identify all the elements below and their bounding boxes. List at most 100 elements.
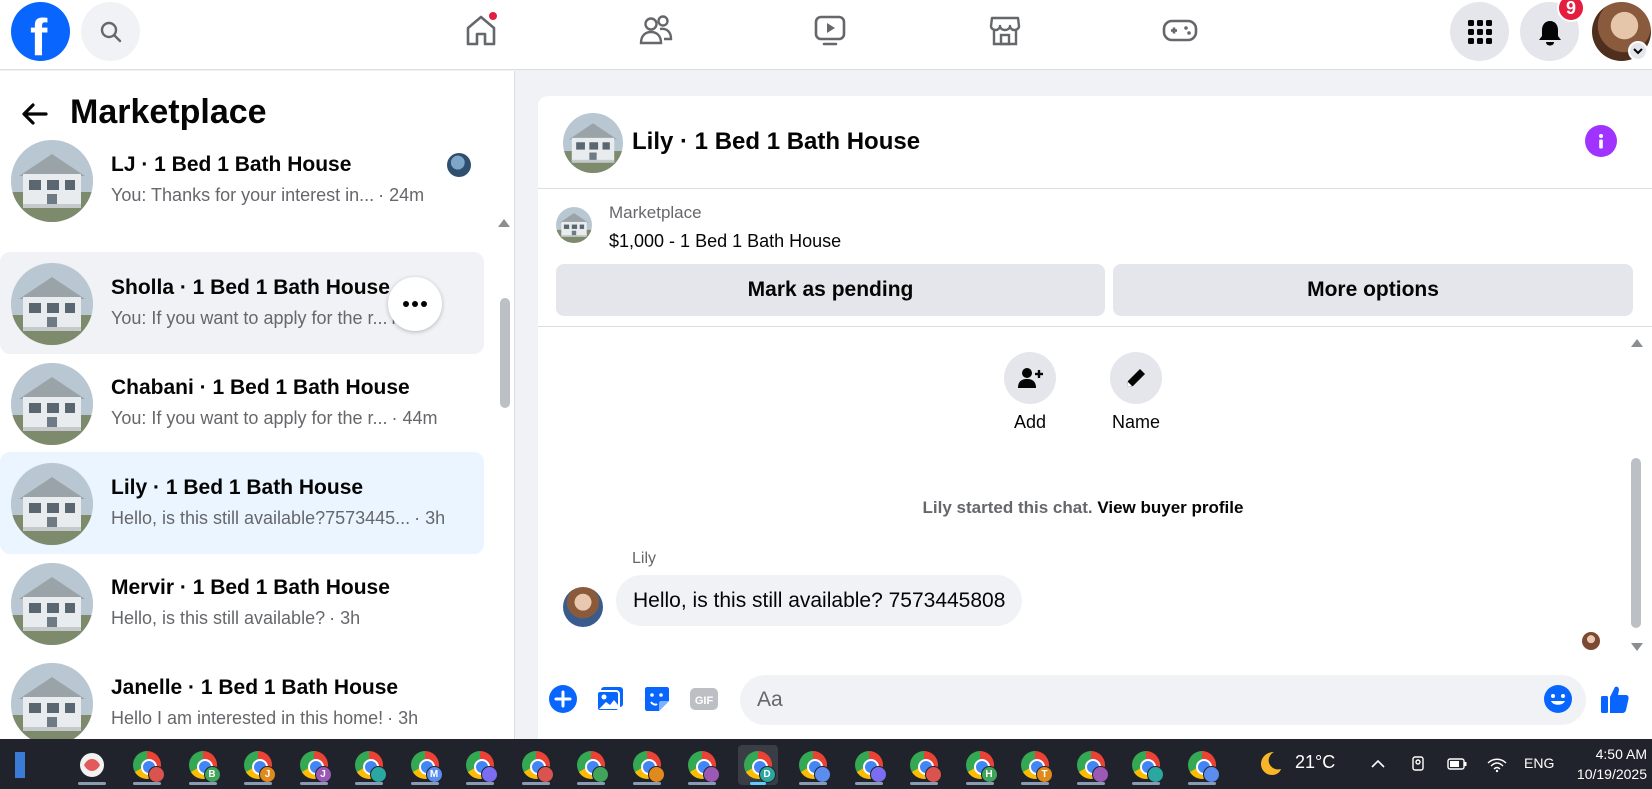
more-actions-button[interactable] (546, 682, 580, 716)
conversation-preview: You: If you want to apply for the r... · … (111, 408, 438, 429)
chat-listing-avatar[interactable] (563, 113, 623, 173)
running-indicator (854, 782, 883, 785)
conversation-list-scrollbar[interactable] (500, 298, 510, 408)
message-input[interactable] (740, 675, 1586, 725)
search-button[interactable] (81, 2, 140, 61)
taskbar-chrome-window[interactable] (349, 745, 389, 785)
add-people-button[interactable] (1004, 352, 1056, 404)
nav-gaming[interactable] (1158, 8, 1202, 52)
taskbar-chrome-window[interactable]: H (960, 745, 1000, 785)
conversation-item[interactable]: Sholla · 1 Bed 1 Bath House You: If you w… (0, 252, 484, 354)
show-hidden-icons-button[interactable] (1367, 753, 1389, 775)
profile-badge (148, 766, 165, 783)
sender-avatar[interactable] (563, 587, 603, 627)
taskbar-chrome-window[interactable]: J (294, 745, 334, 785)
running-indicator (299, 782, 328, 785)
conversation-time: · 24m (378, 185, 425, 205)
nav-marketplace[interactable] (983, 8, 1027, 52)
chat-scrollbar[interactable] (1631, 458, 1641, 628)
conversation-time: · 3h (387, 708, 419, 728)
profile-badge (370, 766, 387, 783)
facebook-logo[interactable]: f (11, 2, 70, 67)
menu-button[interactable] (1450, 2, 1509, 61)
taskbar-chrome-window[interactable] (904, 745, 944, 785)
chat-title[interactable]: Lily · 1 Bed 1 Bath House (632, 128, 920, 156)
conversation-item[interactable]: Chabani · 1 Bed 1 Bath House You: If you … (0, 352, 484, 454)
taskbar-chrome-window[interactable] (682, 745, 722, 785)
nav-home[interactable] (459, 8, 503, 52)
conversation-item[interactable]: Lily · 1 Bed 1 Bath House Hello, is this … (0, 452, 484, 554)
emoji-button[interactable] (1541, 682, 1575, 716)
conversation-item[interactable]: Janelle · 1 Bed 1 Bath House Hello I am i… (0, 652, 484, 739)
taskbar-chrome-window[interactable]: J (238, 745, 278, 785)
message-bubble[interactable]: Hello, is this still available? 75734458… (616, 575, 1023, 626)
chat-panel: Lily · 1 Bed 1 Bath House Marketplace $1… (538, 96, 1652, 739)
running-indicator (1021, 782, 1049, 785)
taskbar-chrome-window[interactable] (793, 745, 833, 785)
view-buyer-profile-link[interactable]: View buyer profile (1097, 498, 1243, 517)
account-menu-button[interactable] (1628, 41, 1648, 61)
preview-text: Hello, is this still available?7573445..… (111, 508, 411, 528)
sticker-button[interactable] (640, 682, 674, 716)
add-person-icon (1018, 368, 1043, 388)
like-button[interactable] (1598, 682, 1632, 716)
listing-thumbnail[interactable] (556, 207, 592, 243)
gif-button[interactable]: GIF (687, 682, 721, 716)
listing-source-label: Marketplace (609, 203, 702, 222)
chevron-down-icon (1633, 48, 1643, 55)
conversation-time: · 3h (414, 508, 446, 528)
conversation-more-button[interactable] (388, 277, 442, 331)
notifications-button[interactable]: 9 (1520, 0, 1585, 61)
taskbar-chrome-window[interactable] (127, 745, 167, 785)
thumbs-up-icon (1601, 686, 1629, 713)
taskbar-chrome-window[interactable] (1071, 745, 1111, 785)
attach-photo-button[interactable] (593, 682, 627, 716)
chat-scroll-down-arrow[interactable] (1631, 643, 1643, 651)
nav-friends[interactable] (634, 8, 678, 52)
conversation-info-button[interactable] (1585, 125, 1617, 157)
taskbar-chrome-window[interactable]: T (1015, 745, 1055, 785)
conversation-item[interactable]: Mervir · 1 Bed 1 Bath House Hello, is thi… (0, 552, 484, 654)
battery-indicator[interactable] (1446, 753, 1468, 775)
home-notification-dot (487, 10, 499, 22)
taskbar-chrome-window[interactable] (1126, 745, 1166, 785)
weather-temperature[interactable]: 21°C (1295, 752, 1335, 773)
more-options-button[interactable]: More options (1113, 264, 1633, 316)
profile-badge: J (314, 766, 332, 783)
profile-badge (814, 766, 831, 783)
clock[interactable]: 4:50 AM 10/19/2025 (1567, 744, 1647, 784)
running-indicator (577, 782, 605, 785)
nav-video[interactable] (808, 8, 852, 52)
camera-icon (1412, 756, 1424, 771)
listing-price[interactable]: $1,000 - 1 Bed 1 Bath House (609, 231, 841, 252)
taskbar-pinned-app[interactable] (72, 745, 112, 785)
taskbar-chrome-window[interactable] (849, 745, 889, 785)
back-button[interactable] (18, 97, 52, 131)
network-indicator[interactable] (1486, 753, 1508, 775)
taskbar-chrome-window[interactable] (460, 745, 500, 785)
profile-badge (1202, 766, 1220, 783)
marketplace-inbox-panel: Marketplace LJ · 1 Bed 1 Bath House You: … (0, 71, 515, 739)
logo-letter: f (30, 9, 48, 67)
gif-icon: GIF (690, 688, 718, 710)
input-language[interactable]: ENG (1524, 755, 1554, 771)
name-label: Name (1111, 412, 1160, 432)
taskbar-chrome-window[interactable] (516, 745, 556, 785)
running-indicator (910, 782, 938, 785)
taskbar-chrome-window[interactable] (1182, 745, 1222, 785)
taskbar-chrome-window[interactable] (571, 745, 611, 785)
camera-indicator[interactable] (1407, 753, 1429, 775)
taskbar-chrome-window[interactable]: B (183, 745, 223, 785)
conversation-item[interactable]: LJ · 1 Bed 1 Bath House You: Thanks for y… (0, 140, 484, 223)
scroll-up-arrow[interactable] (498, 219, 510, 227)
taskbar-start-button[interactable] (0, 745, 40, 785)
marketplace-header: Marketplace (0, 89, 500, 139)
name-chat-button[interactable] (1110, 352, 1162, 404)
back-arrow-icon (22, 103, 48, 125)
start-icon (15, 752, 25, 778)
taskbar-chrome-window[interactable]: D (737, 745, 778, 785)
taskbar-chrome-window[interactable]: M (405, 745, 445, 785)
mark-as-pending-button[interactable]: Mark as pending (556, 264, 1105, 316)
chat-scroll-up-arrow[interactable] (1631, 339, 1643, 347)
taskbar-chrome-window[interactable] (627, 745, 667, 785)
